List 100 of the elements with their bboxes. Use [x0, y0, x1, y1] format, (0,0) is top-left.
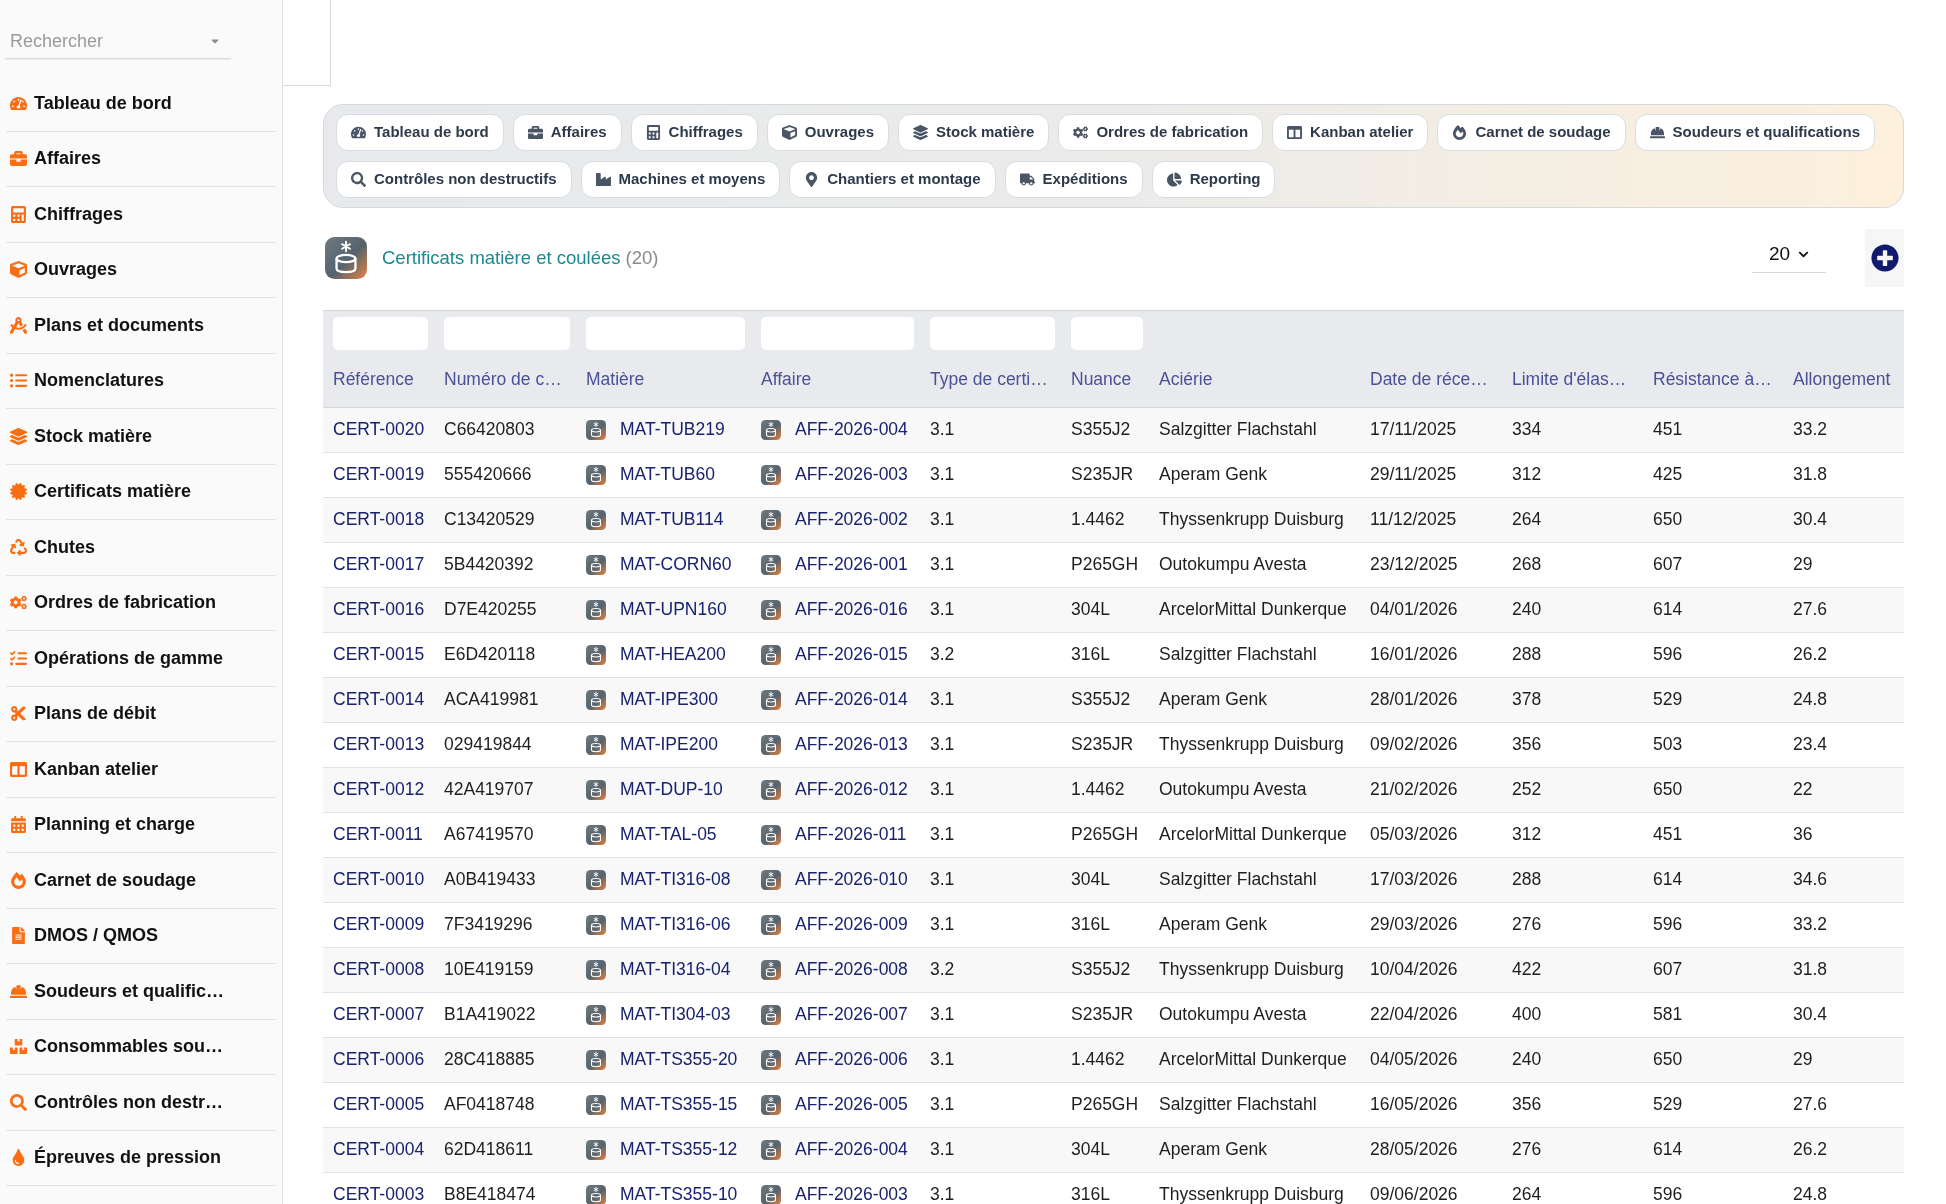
- table-link[interactable]: MAT-TAL-05: [620, 821, 717, 848]
- table-link[interactable]: CERT-0003: [333, 1184, 425, 1204]
- table-link[interactable]: CERT-0009: [333, 914, 425, 935]
- table-link[interactable]: AFF-2026-006: [795, 1046, 908, 1073]
- table-link[interactable]: MAT-TUB60: [620, 461, 715, 488]
- column-header[interactable]: Matière: [576, 355, 751, 407]
- table-link[interactable]: CERT-0014: [333, 689, 425, 710]
- table-link[interactable]: MAT-TS355-15: [620, 1091, 738, 1118]
- sidebar-item[interactable]: Nomenclatures: [6, 353, 276, 409]
- column-header[interactable]: Limite d'élas…: [1502, 355, 1643, 407]
- table-link[interactable]: MAT-TS355-12: [620, 1136, 738, 1163]
- table-link[interactable]: CERT-0015: [333, 644, 425, 665]
- nav-tab[interactable]: Ouvrages: [766, 114, 889, 151]
- nav-tab[interactable]: Soudeurs et qualifications: [1634, 114, 1876, 151]
- table-link[interactable]: CERT-0020: [333, 419, 425, 440]
- sidebar-item[interactable]: Contrôles non destr…: [6, 1075, 276, 1131]
- table-link[interactable]: AFF-2026-015: [795, 641, 908, 668]
- sidebar-item[interactable]: Planning et charge: [6, 797, 276, 853]
- column-header[interactable]: Type de certi…: [920, 355, 1061, 407]
- table-link[interactable]: AFF-2026-012: [795, 776, 908, 803]
- sidebar-item[interactable]: Plans et documents: [6, 298, 276, 354]
- table-link[interactable]: CERT-0017: [333, 554, 425, 575]
- table-link[interactable]: AFF-2026-009: [795, 911, 908, 938]
- nav-tab[interactable]: Carnet de soudage: [1437, 114, 1626, 151]
- table-link[interactable]: CERT-0005: [333, 1094, 425, 1115]
- table-link[interactable]: AFF-2026-001: [795, 551, 908, 578]
- sidebar-item[interactable]: Affaires: [6, 131, 276, 187]
- table-link[interactable]: MAT-TS355-10: [620, 1181, 738, 1204]
- sidebar-item[interactable]: Certificats matière: [6, 464, 276, 520]
- sidebar-item[interactable]: Chiffrages: [6, 187, 276, 243]
- table-link[interactable]: MAT-IPE200: [620, 731, 718, 758]
- table-link[interactable]: AFF-2026-005: [795, 1091, 908, 1118]
- sidebar-item[interactable]: DMOS / QMOS: [6, 908, 276, 964]
- table-link[interactable]: AFF-2026-014: [795, 686, 908, 713]
- sidebar-item[interactable]: Soudeurs et qualific…: [6, 964, 276, 1020]
- column-header[interactable]: Allongement: [1783, 355, 1904, 407]
- sidebar-item[interactable]: Épreuves de pression: [6, 1130, 276, 1186]
- nav-tab[interactable]: Kanban atelier: [1272, 114, 1429, 151]
- add-button[interactable]: [1865, 229, 1904, 287]
- table-link[interactable]: MAT-TI304-03: [620, 1001, 731, 1028]
- nav-tab[interactable]: Contrôles non destructifs: [336, 161, 572, 198]
- column-header[interactable]: Numéro de c…: [434, 355, 576, 407]
- table-link[interactable]: AFF-2026-003: [795, 1181, 908, 1204]
- column-header[interactable]: Aciérie: [1149, 355, 1360, 407]
- column-header[interactable]: Affaire: [751, 355, 920, 407]
- table-link[interactable]: AFF-2026-007: [795, 1001, 908, 1028]
- nav-tab[interactable]: Reporting: [1151, 161, 1276, 198]
- table-link[interactable]: CERT-0011: [333, 824, 423, 845]
- nav-tab[interactable]: Ordres de fabrication: [1058, 114, 1264, 151]
- table-link[interactable]: AFF-2026-013: [795, 731, 908, 758]
- nav-tab[interactable]: Expéditions: [1004, 161, 1143, 198]
- table-link[interactable]: CERT-0006: [333, 1049, 425, 1070]
- sidebar-item[interactable]: Opérations de gamme: [6, 631, 276, 687]
- table-link[interactable]: CERT-0016: [333, 599, 425, 620]
- table-link[interactable]: MAT-IPE300: [620, 686, 718, 713]
- table-link[interactable]: MAT-TUB219: [620, 416, 725, 443]
- table-link[interactable]: MAT-UPN160: [620, 596, 727, 623]
- table-link[interactable]: AFF-2026-008: [795, 956, 908, 983]
- table-link[interactable]: AFF-2026-004: [795, 1136, 908, 1163]
- table-link[interactable]: MAT-TUB114: [620, 506, 724, 533]
- table-link[interactable]: MAT-TS355-20: [620, 1046, 738, 1073]
- nav-tab[interactable]: Chantiers et montage: [789, 161, 996, 198]
- sidebar-item[interactable]: Tableau de bord: [6, 76, 276, 132]
- column-header[interactable]: Résistance à…: [1643, 355, 1783, 407]
- page-size-select[interactable]: 20: [1752, 237, 1826, 273]
- nav-tab[interactable]: Machines et moyens: [580, 161, 781, 198]
- column-header[interactable]: Référence: [323, 355, 434, 407]
- table-link[interactable]: AFF-2026-003: [795, 461, 908, 488]
- table-link[interactable]: CERT-0019: [333, 464, 425, 485]
- sidebar-item[interactable]: Consommables sou…: [6, 1019, 276, 1075]
- table-link[interactable]: MAT-TI316-04: [620, 956, 731, 983]
- table-link[interactable]: CERT-0008: [333, 959, 425, 980]
- table-link[interactable]: MAT-DUP-10: [620, 776, 723, 803]
- sidebar-item[interactable]: Ouvrages: [6, 242, 276, 298]
- sidebar-item[interactable]: Ordres de fabrication: [6, 575, 276, 631]
- column-header[interactable]: Nuance: [1061, 355, 1149, 407]
- table-link[interactable]: MAT-HEA200: [620, 641, 726, 668]
- sidebar-item[interactable]: Plans de débit: [6, 686, 276, 742]
- nav-tab[interactable]: Affaires: [512, 114, 622, 151]
- table-link[interactable]: MAT-TI316-08: [620, 866, 731, 893]
- table-link[interactable]: AFF-2026-004: [795, 416, 908, 443]
- table-link[interactable]: AFF-2026-010: [795, 866, 908, 893]
- table-link[interactable]: CERT-0007: [333, 1004, 425, 1025]
- table-link[interactable]: AFF-2026-016: [795, 596, 908, 623]
- nav-tab[interactable]: Tableau de bord: [336, 114, 504, 151]
- table-link[interactable]: CERT-0013: [333, 734, 425, 755]
- sidebar-item[interactable]: Kanban atelier: [6, 742, 276, 798]
- table-link[interactable]: CERT-0012: [333, 779, 425, 800]
- table-link[interactable]: CERT-0010: [333, 869, 425, 890]
- table-link[interactable]: AFF-2026-002: [795, 506, 908, 533]
- sidebar-item[interactable]: Stock matière: [6, 409, 276, 465]
- nav-tab[interactable]: Chiffrages: [630, 114, 758, 151]
- table-link[interactable]: CERT-0004: [333, 1139, 425, 1160]
- table-link[interactable]: CERT-0018: [333, 509, 425, 530]
- table-link[interactable]: AFF-2026-011: [795, 821, 907, 848]
- sidebar-item[interactable]: Carnet de soudage: [6, 853, 276, 909]
- column-header[interactable]: Date de réce…: [1360, 355, 1502, 407]
- table-link[interactable]: MAT-TI316-06: [620, 911, 731, 938]
- search-field[interactable]: Rechercher: [5, 24, 231, 59]
- nav-tab[interactable]: Stock matière: [898, 114, 1050, 151]
